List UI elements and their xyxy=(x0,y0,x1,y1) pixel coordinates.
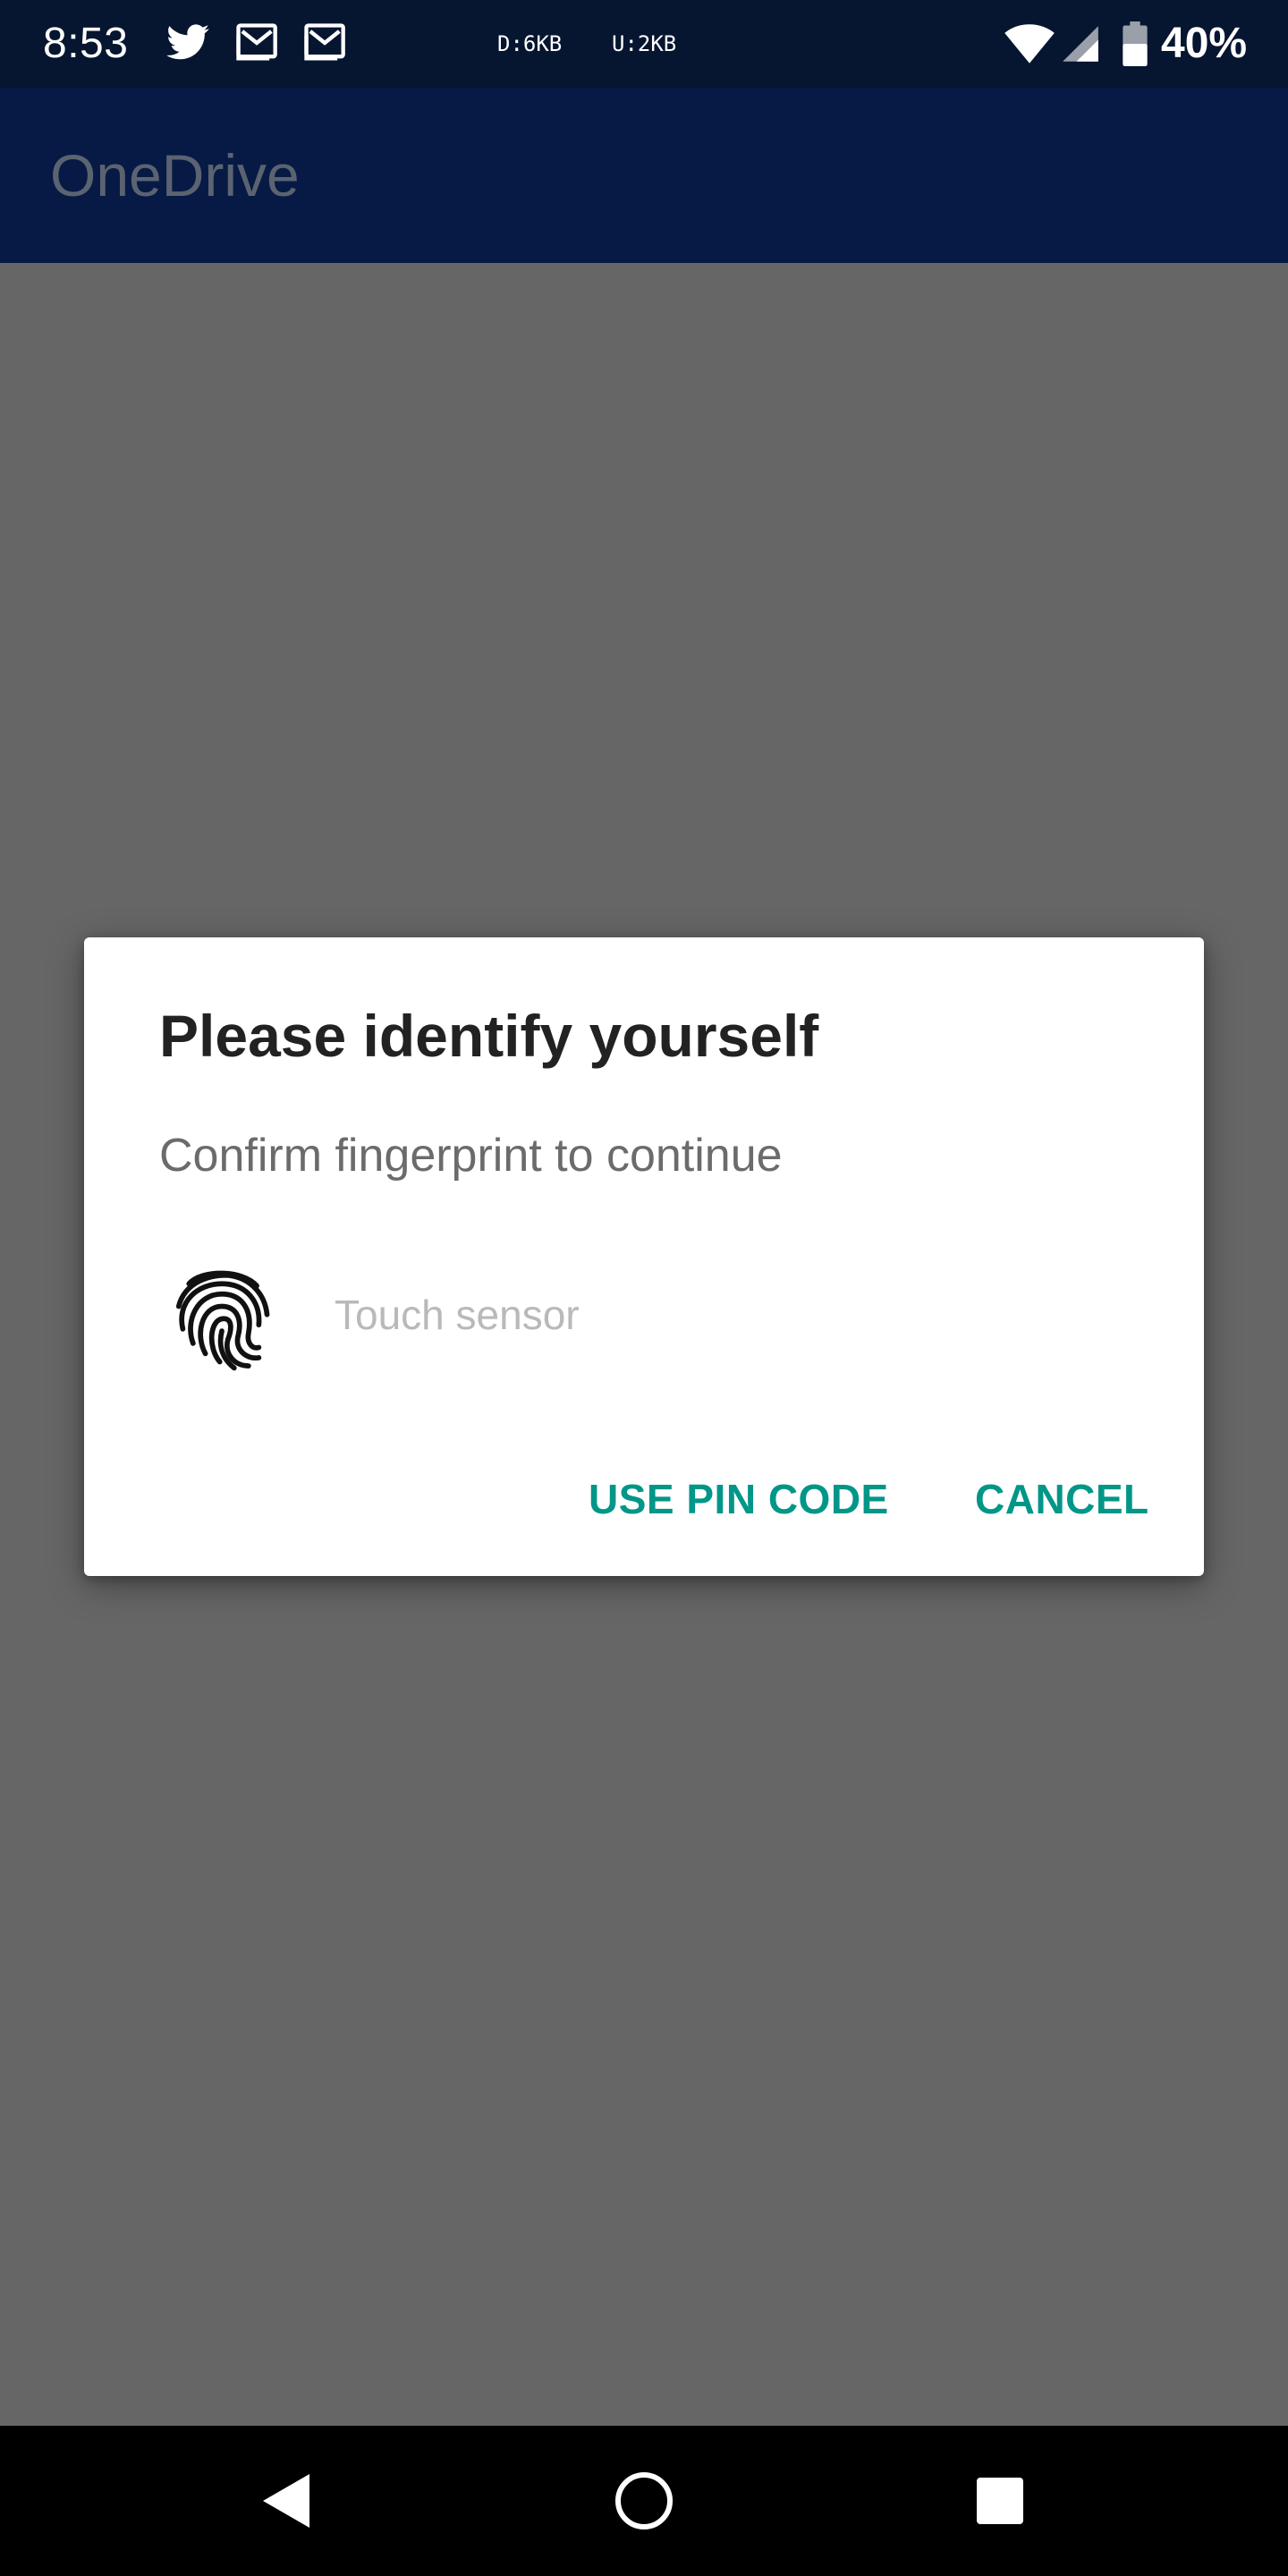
fingerprint-icon xyxy=(175,1270,270,1371)
status-bar: 8:53 D:6KB U:2KB 40% xyxy=(0,0,1288,88)
dialog-title: Please identify yourself xyxy=(159,1003,819,1069)
battery-icon xyxy=(1123,21,1148,66)
wifi-icon xyxy=(1004,24,1055,64)
cell-signal-icon xyxy=(1063,26,1098,62)
home-button[interactable] xyxy=(572,2426,716,2576)
dialog-message: Confirm fingerprint to continue xyxy=(159,1130,783,1182)
gmail-icon xyxy=(304,23,345,61)
touch-sensor-label: Touch sensor xyxy=(335,1292,580,1338)
fingerprint-dialog: Please identify yourself Confirm fingerp… xyxy=(84,937,1204,1576)
app-bar: OneDrive xyxy=(0,88,1288,263)
download-speed: D:6KB xyxy=(497,31,563,56)
back-button[interactable] xyxy=(215,2426,358,2576)
gmail-icon xyxy=(236,23,277,61)
cancel-button[interactable]: CANCEL xyxy=(968,1456,1157,1542)
status-time: 8:53 xyxy=(43,20,129,67)
recents-button[interactable] xyxy=(928,2426,1072,2576)
twitter-icon xyxy=(166,24,209,60)
recents-icon xyxy=(977,2478,1023,2524)
app-title: OneDrive xyxy=(50,142,300,208)
home-icon xyxy=(615,2472,673,2529)
battery-percent: 40% xyxy=(1161,20,1248,67)
upload-speed: U:2KB xyxy=(612,31,677,56)
navigation-bar xyxy=(0,2426,1288,2576)
use-pin-code-button[interactable]: USE PIN CODE xyxy=(581,1456,896,1542)
back-icon xyxy=(263,2474,309,2528)
